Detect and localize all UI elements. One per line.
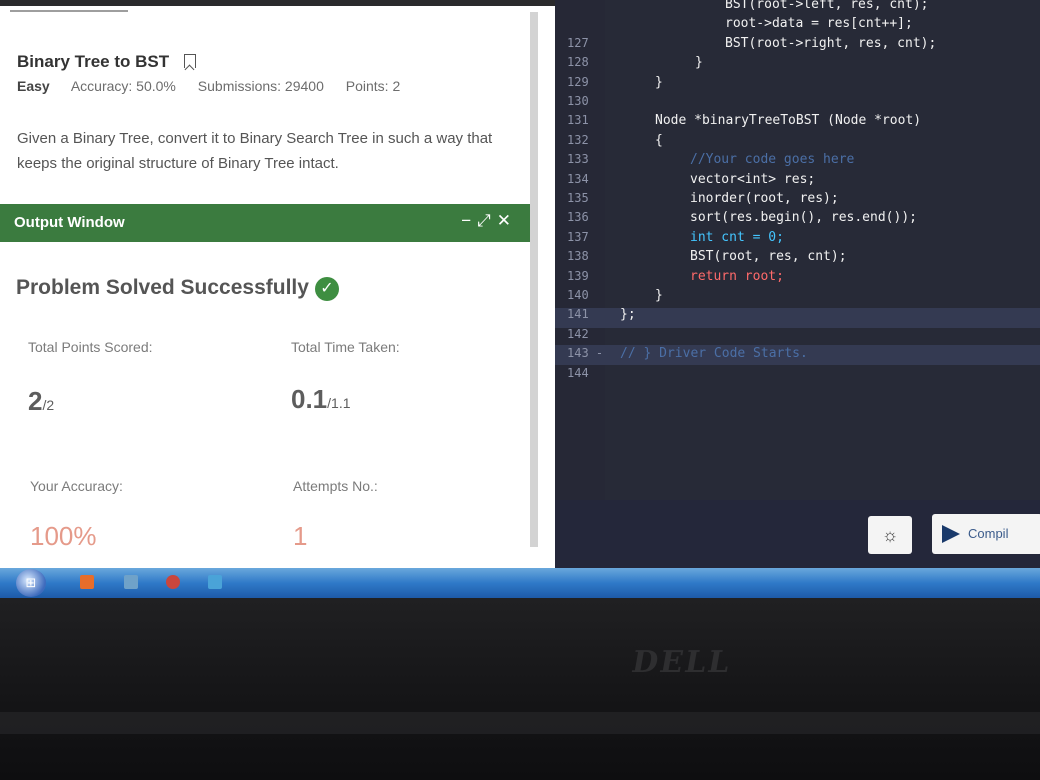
code-text: BST(root->right, res, cnt); xyxy=(725,35,937,51)
code-line[interactable]: 131 Node *binaryTreeToBST (Node *root) xyxy=(555,113,1040,132)
window-controls: −⤢✕ xyxy=(461,211,517,231)
tab-indicator xyxy=(10,10,128,12)
accuracy-label: Your Accuracy: xyxy=(30,478,123,494)
code-line[interactable]: 128} xyxy=(555,55,1040,74)
code-line[interactable]: 138 BST(root, res, cnt); xyxy=(555,249,1040,268)
line-number: 141 xyxy=(567,307,589,322)
code-line[interactable]: root->data = res[cnt++]; xyxy=(555,16,1040,35)
accuracy-value: 100% xyxy=(30,521,97,551)
time-value: 0.1/1.1 xyxy=(291,384,351,414)
code-line[interactable]: 132 { xyxy=(555,133,1040,152)
code-text: root->data = res[cnt++]; xyxy=(725,16,913,32)
code-line[interactable]: 130 xyxy=(555,94,1040,113)
code-line[interactable]: 135 inorder(root, res); xyxy=(555,191,1040,210)
hint-bulb-button[interactable]: ☼ xyxy=(868,516,912,554)
bookmark-icon[interactable] xyxy=(183,54,196,68)
line-number: 137 xyxy=(567,229,589,244)
code-line[interactable]: 129} xyxy=(555,75,1040,94)
code-text: { xyxy=(655,132,663,148)
code-line[interactable]: 137 int cnt = 0; xyxy=(555,230,1040,249)
code-text: sort(res.begin(), res.end()); xyxy=(690,210,917,226)
submissions-text: Submissions: 29400 xyxy=(197,78,324,94)
play-icon xyxy=(942,525,960,543)
problem-meta: Easy Accuracy: 50.0% Submissions: 29400 … xyxy=(17,78,418,94)
bezel-bottom xyxy=(0,598,1040,780)
chrome-icon[interactable] xyxy=(166,575,180,589)
points-value: 2/2 xyxy=(28,386,55,416)
code-text: // } Driver Code Starts. xyxy=(620,346,808,362)
expand-icon[interactable]: ⤢ xyxy=(477,211,497,230)
code-line[interactable]: 142 xyxy=(555,327,1040,346)
time-label: Total Time Taken: xyxy=(291,339,400,355)
code-line[interactable]: 143 - // } Driver Code Starts. xyxy=(555,346,1040,365)
code-text: //Your code goes here xyxy=(690,152,855,168)
taskbar: ⊞ xyxy=(0,568,1040,598)
line-number: 129 xyxy=(567,74,589,89)
difficulty-badge: Easy xyxy=(17,78,50,94)
line-number: 140 xyxy=(567,288,589,302)
code-line[interactable]: 144 xyxy=(555,366,1040,385)
line-number: 128 xyxy=(567,55,589,70)
code-line[interactable]: 141}; xyxy=(555,307,1040,326)
code-text: }; xyxy=(620,307,636,323)
points-label: Total Points Scored: xyxy=(28,339,153,355)
points-text: Points: 2 xyxy=(345,78,401,94)
line-number: 136 xyxy=(567,210,589,225)
code-text: Node *binaryTreeToBST (Node *root) xyxy=(655,113,922,129)
check-icon: ✓ xyxy=(314,277,339,301)
code-text: } xyxy=(655,288,663,303)
close-icon[interactable]: ✕ xyxy=(497,211,517,230)
problem-description: Given a Binary Tree, convert it to Binar… xyxy=(17,130,493,172)
media-player-icon[interactable] xyxy=(80,575,94,589)
problem-title-text: Binary Tree to BST xyxy=(17,52,170,71)
minimize-icon[interactable]: − xyxy=(461,211,477,230)
start-button[interactable]: ⊞ xyxy=(16,569,46,597)
line-number: 131 xyxy=(567,113,589,128)
line-number: 142 xyxy=(567,326,589,341)
brand-logo: DELL xyxy=(628,645,735,680)
output-window-header: Output Window −⤢✕ xyxy=(0,204,535,242)
attempts-label: Attempts No.: xyxy=(293,478,378,494)
editor-footer: ☼ Compil xyxy=(555,500,1040,568)
code-line[interactable]: 134 vector<int> res; xyxy=(555,172,1040,191)
bezel-strip xyxy=(0,712,1040,734)
line-number: 127 xyxy=(567,35,589,50)
vscode-icon[interactable] xyxy=(208,575,222,589)
code-line[interactable]: 133 //Your code goes here xyxy=(555,152,1040,171)
line-number: 132 xyxy=(567,132,589,147)
code-editor[interactable]: BST(root->left, res, cnt); root->data = r… xyxy=(555,0,1040,568)
compile-label: Compil xyxy=(968,526,1009,541)
code-line[interactable]: 127 BST(root->right, res, cnt); xyxy=(555,36,1040,55)
line-number: 139 xyxy=(567,268,589,283)
line-number: 135 xyxy=(567,191,589,205)
output-window-title: Output Window xyxy=(14,214,125,231)
status-message: Problem Solved Successfully ✓ xyxy=(16,276,339,301)
code-line[interactable]: BST(root->left, res, cnt); xyxy=(555,0,1040,16)
line-number: 143 - xyxy=(567,346,604,361)
code-line[interactable]: 136 sort(res.begin(), res.end()); xyxy=(555,210,1040,229)
code-line[interactable]: 140} xyxy=(555,288,1040,307)
explorer-icon[interactable] xyxy=(124,575,138,589)
code-text: return root; xyxy=(690,268,784,284)
problem-title: Binary Tree to BST xyxy=(17,52,196,72)
accuracy-text: Accuracy: 50.0% xyxy=(70,78,176,94)
code-text: } xyxy=(655,74,663,90)
code-line[interactable]: 139 return root; xyxy=(555,269,1040,288)
scrollbar[interactable] xyxy=(530,12,538,547)
line-number: 138 xyxy=(567,249,589,264)
code-text: BST(root->left, res, cnt); xyxy=(725,0,929,12)
code-text: BST(root, res, cnt); xyxy=(690,249,847,265)
code-text: inorder(root, res); xyxy=(690,191,839,206)
code-text: int cnt = 0; xyxy=(690,229,784,245)
attempts-value: 1 xyxy=(293,521,308,551)
code-text: } xyxy=(695,55,703,71)
line-number: 144 xyxy=(567,365,589,380)
code-text: vector<int> res; xyxy=(690,171,816,187)
compile-button[interactable]: Compil xyxy=(932,514,1040,554)
line-number: 133 xyxy=(567,152,589,167)
line-number: 130 xyxy=(567,94,589,108)
problem-panel: Binary Tree to BST Easy Accuracy: 50.0% … xyxy=(0,6,555,568)
status-text: Problem Solved Successfully xyxy=(16,276,309,299)
line-number: 134 xyxy=(567,171,589,186)
